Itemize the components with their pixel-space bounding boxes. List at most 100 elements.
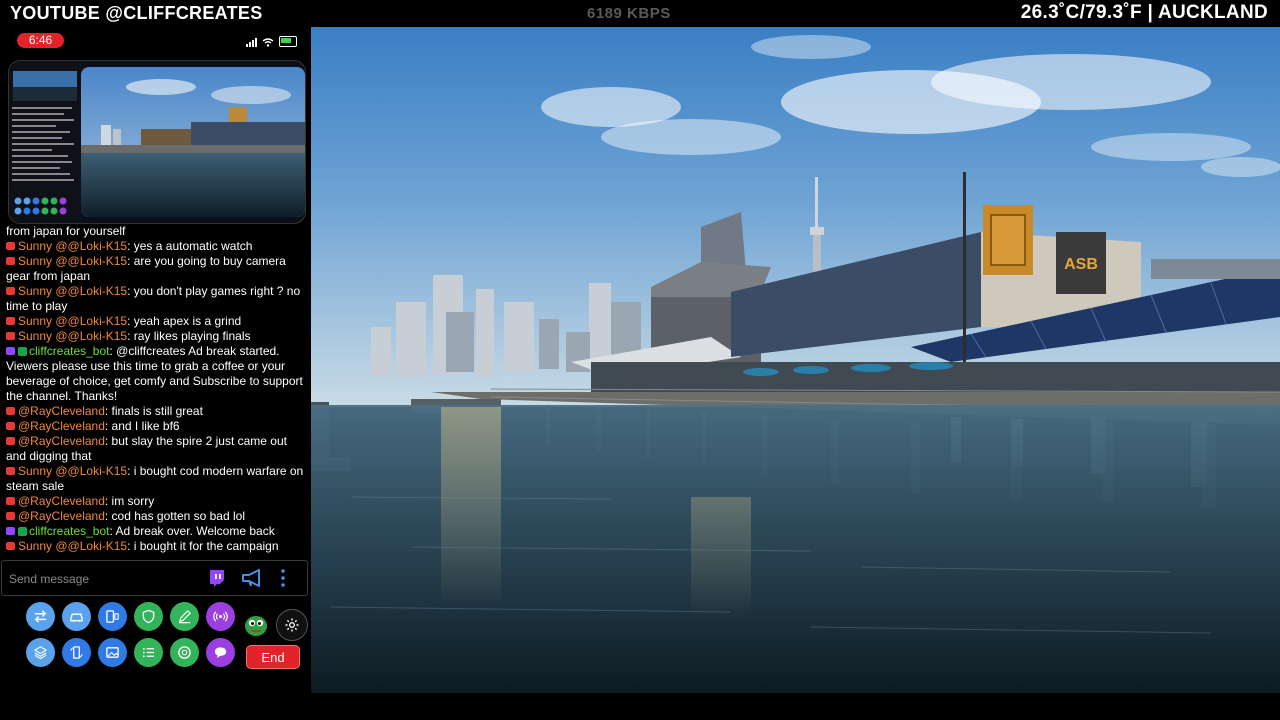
chat-username[interactable]: cliffcreates_bot bbox=[29, 524, 110, 538]
swap-scene-button[interactable] bbox=[26, 602, 55, 631]
image-button[interactable] bbox=[98, 638, 127, 667]
list-button[interactable] bbox=[134, 638, 163, 667]
chat-message: Sunny @@Loki-K15: i bought it for the ca… bbox=[6, 539, 304, 554]
chat-message: @RayCleveland: finals is still great bbox=[6, 404, 304, 419]
aperture-icon bbox=[178, 646, 191, 659]
stream-preview bbox=[8, 60, 306, 224]
youtube-source-icon bbox=[6, 257, 15, 265]
chat-username[interactable]: Sunny @@Loki-K15 bbox=[18, 539, 127, 553]
chat-message: Sunny @@Loki-K15: ray likes playing fina… bbox=[6, 329, 304, 344]
chat-username[interactable]: Sunny @@Loki-K15 bbox=[18, 314, 127, 328]
swap-arrows-icon bbox=[34, 610, 47, 623]
youtube-source-icon bbox=[6, 317, 15, 325]
youtube-source-icon bbox=[6, 242, 15, 250]
drive-mode-button[interactable] bbox=[62, 602, 91, 631]
chat-text: : ray likes playing finals bbox=[127, 329, 251, 343]
chat-button[interactable] bbox=[206, 638, 235, 667]
device-button[interactable] bbox=[98, 602, 127, 631]
chat-bubble-icon bbox=[214, 647, 227, 659]
camera-aperture-button[interactable] bbox=[170, 638, 199, 667]
chat-text: : cod has gotten so bad lol bbox=[104, 509, 245, 523]
chat-text: : im sorry bbox=[104, 494, 155, 508]
more-options-icon[interactable] bbox=[277, 568, 289, 588]
chat-message: Sunny @@Loki-K15: yes a automatic watch bbox=[6, 239, 304, 254]
twitch-source-icon bbox=[6, 527, 15, 535]
youtube-source-icon bbox=[6, 512, 15, 520]
youtube-source-icon bbox=[6, 437, 15, 445]
chat-message: @RayCleveland: cod has gotten so bad lol bbox=[6, 509, 304, 524]
channel-handle: YOUTUBE @CLIFFCREATES bbox=[10, 3, 263, 23]
rotate-screen-icon bbox=[70, 646, 83, 659]
chat-username[interactable]: @RayCleveland bbox=[18, 494, 105, 508]
live-video-feed: ASB bbox=[311, 27, 1280, 693]
verified-bot-icon bbox=[18, 347, 27, 356]
youtube-source-icon bbox=[6, 467, 15, 475]
preview-video-thumbnail bbox=[81, 67, 305, 217]
chat-text: from japan for yourself bbox=[6, 224, 126, 238]
edit-button[interactable] bbox=[170, 602, 199, 631]
chat-message: @RayCleveland: im sorry bbox=[6, 494, 304, 509]
youtube-source-icon bbox=[6, 407, 15, 415]
broadcast-icon bbox=[213, 611, 228, 622]
chat-username[interactable]: Sunny @@Loki-K15 bbox=[18, 329, 127, 343]
chat-message: Sunny @@Loki-K15: you don't play games r… bbox=[6, 284, 304, 314]
layers-button[interactable] bbox=[26, 638, 55, 667]
chat-username[interactable]: @RayCleveland bbox=[18, 434, 105, 448]
image-icon bbox=[106, 647, 119, 658]
twitch-icon[interactable] bbox=[207, 568, 227, 588]
gear-icon bbox=[285, 618, 299, 632]
chat-message: Sunny @@Loki-K15: are you going to buy c… bbox=[6, 254, 304, 284]
chat-message: @RayCleveland: but slay the spire 2 just… bbox=[6, 434, 304, 464]
broadcast-button[interactable] bbox=[206, 602, 235, 631]
phone-panel: 6:46 from japan for yourself Sunny @@Lok… bbox=[0, 28, 311, 694]
chat-text: : yes a automatic watch bbox=[127, 239, 253, 253]
youtube-source-icon bbox=[6, 287, 15, 295]
bitrate-readout: 6189 KBPS bbox=[587, 5, 671, 22]
chat-username[interactable]: @RayCleveland bbox=[18, 419, 105, 433]
twitch-source-icon bbox=[6, 347, 15, 355]
message-input-row bbox=[1, 560, 308, 596]
mascot-icon[interactable] bbox=[244, 611, 268, 637]
chat-message: cliffcreates_bot: Ad break over. Welcome… bbox=[6, 524, 304, 539]
send-message-input[interactable] bbox=[7, 570, 196, 588]
harbour-scene: ASB bbox=[311, 27, 1280, 693]
chat-text: : Ad break over. Welcome back bbox=[109, 524, 275, 538]
chat-username[interactable]: Sunny @@Loki-K15 bbox=[18, 464, 127, 478]
end-stream-button[interactable]: End bbox=[246, 645, 300, 669]
youtube-source-icon bbox=[6, 542, 15, 550]
chat-text: : i bought it for the campaign bbox=[127, 539, 279, 553]
battery-icon bbox=[279, 36, 297, 47]
megaphone-icon[interactable] bbox=[240, 568, 264, 588]
chat-text: : and I like bf6 bbox=[104, 419, 180, 433]
chat-message: cliffcreates_bot: @cliffcreates Ad break… bbox=[6, 344, 304, 404]
phone-clock: 6:46 bbox=[17, 33, 64, 48]
chat-username[interactable]: @RayCleveland bbox=[18, 404, 105, 418]
status-icons bbox=[246, 36, 297, 47]
chat-text: : finals is still great bbox=[104, 404, 203, 418]
chat-text: : yeah apex is a grind bbox=[127, 314, 242, 328]
phone-device-icon bbox=[106, 610, 119, 623]
preview-chat-thumbnail bbox=[9, 61, 81, 223]
chat-username[interactable]: Sunny @@Loki-K15 bbox=[18, 284, 127, 298]
moderation-button[interactable] bbox=[134, 602, 163, 631]
shield-icon bbox=[142, 609, 155, 624]
chat-username[interactable]: Sunny @@Loki-K15 bbox=[18, 239, 127, 253]
settings-button[interactable] bbox=[276, 609, 308, 641]
weather-location: 26.3˚C/79.3˚F | AUCKLAND bbox=[1020, 2, 1268, 23]
pencil-icon bbox=[178, 610, 191, 624]
chat-username[interactable]: @RayCleveland bbox=[18, 509, 105, 523]
chat-message: Sunny @@Loki-K15: i bought cod modern wa… bbox=[6, 464, 304, 494]
chat-message: @RayCleveland: and I like bf6 bbox=[6, 419, 304, 434]
chat-username[interactable]: Sunny @@Loki-K15 bbox=[18, 254, 127, 268]
building-sign: ASB bbox=[1064, 256, 1098, 273]
verified-bot-icon bbox=[18, 527, 27, 536]
youtube-source-icon bbox=[6, 497, 15, 505]
list-icon bbox=[142, 647, 155, 658]
cell-signal-icon bbox=[246, 38, 257, 47]
chat-message: from japan for yourself bbox=[6, 224, 304, 239]
chat-username[interactable]: cliffcreates_bot bbox=[29, 344, 110, 358]
wifi-icon bbox=[262, 38, 274, 47]
chat-message: Sunny @@Loki-K15: yeah apex is a grind bbox=[6, 314, 304, 329]
layers-icon bbox=[33, 646, 48, 660]
rotate-screen-button[interactable] bbox=[62, 638, 91, 667]
